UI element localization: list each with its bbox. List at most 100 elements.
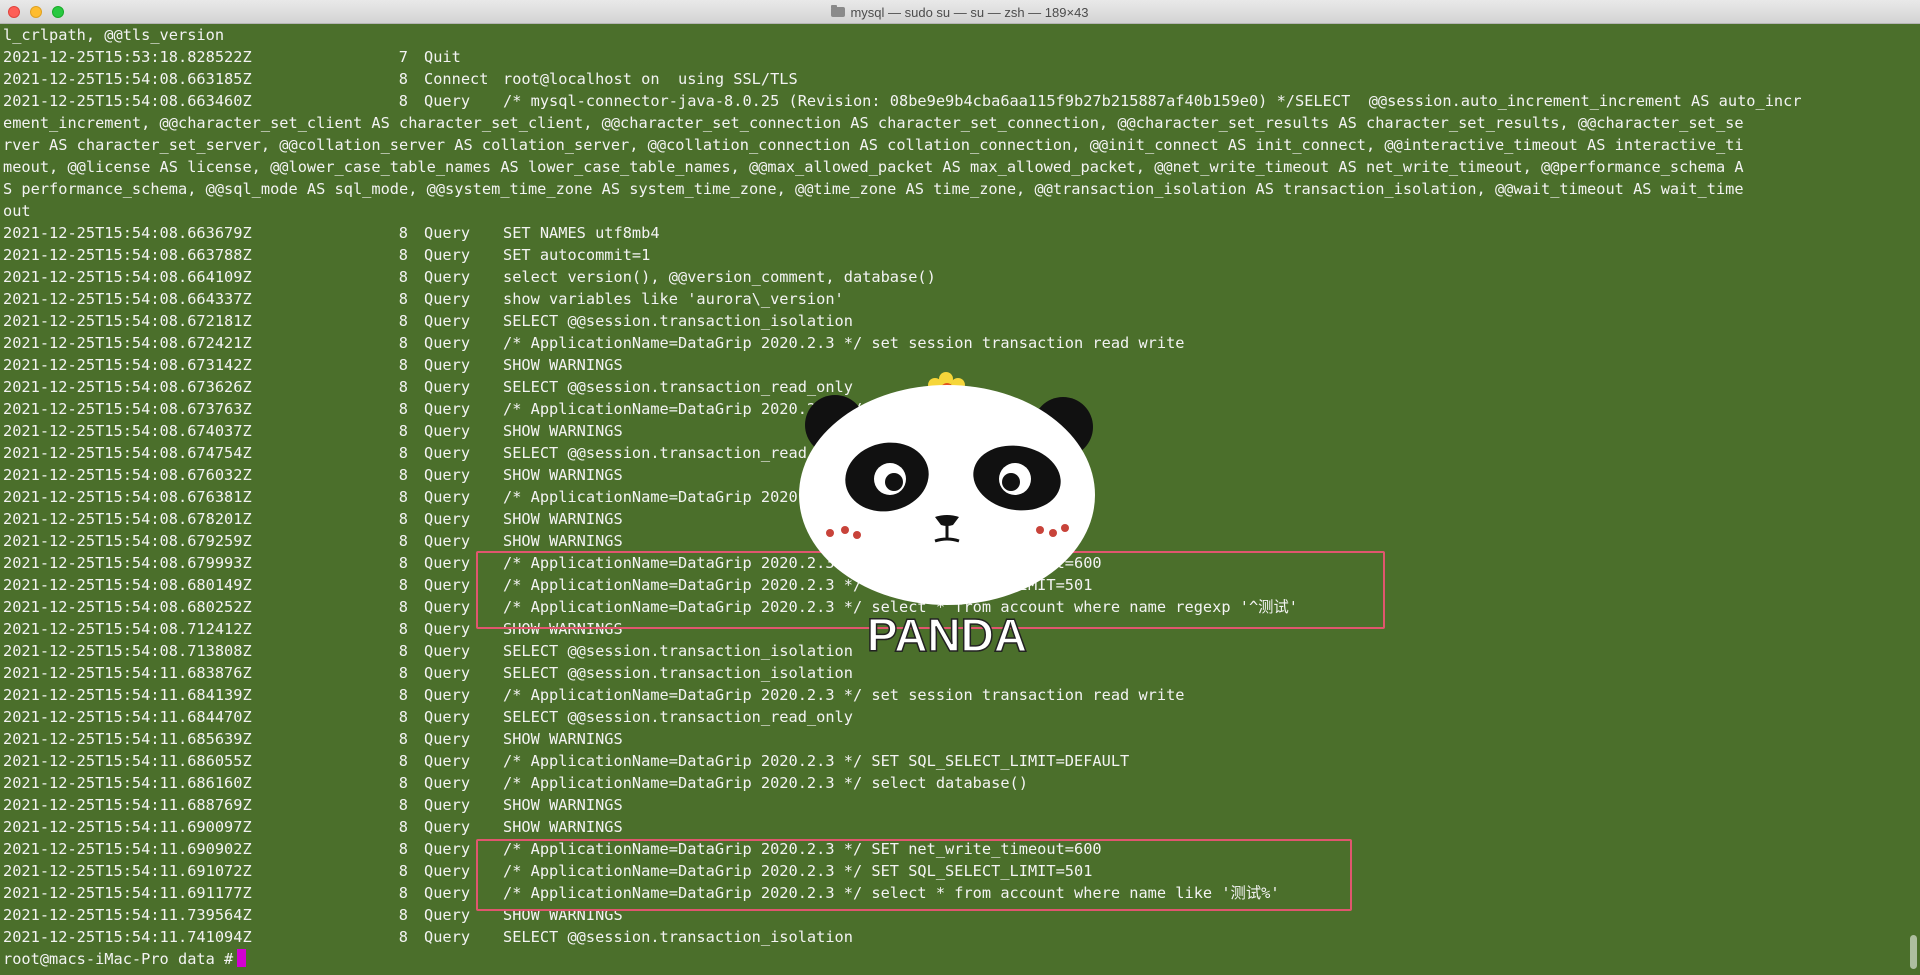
log-argument: SHOW WARNINGS [503,510,623,528]
log-command: Quit [424,48,461,66]
log-timestamp: 2021-12-25T15:54:11.683876Z [3,664,252,682]
log-timestamp: 2021-12-25T15:54:08.672181Z [3,312,252,330]
log-thread-id: 8 [398,312,408,330]
log-thread-id: 8 [398,730,408,748]
log-timestamp: 2021-12-25T15:54:08.676381Z [3,488,252,506]
log-argument: select version(), @@version_comment, dat… [503,268,936,286]
log-thread-id: 8 [398,620,408,638]
log-thread-id: 8 [398,884,408,902]
log-timestamp: 2021-12-25T15:54:11.686055Z [3,752,252,770]
log-command: Query [424,290,471,308]
log-timestamp: 2021-12-25T15:54:08.664337Z [3,290,252,308]
log-command: Query [424,488,471,506]
log-timestamp: 2021-12-25T15:54:08.663185Z [3,70,252,88]
log-argument: /* ApplicationName=DataGrip 2020.2.3 */ … [503,334,1185,352]
log-timestamp: 2021-12-25T15:54:08.713808Z [3,642,252,660]
log-command: Query [424,818,471,836]
log-thread-id: 8 [398,532,408,550]
log-command: Query [424,928,471,946]
log-timestamp: 2021-12-25T15:54:08.712412Z [3,620,252,638]
scrollbar[interactable] [1906,24,1920,975]
log-thread-id: 8 [398,818,408,836]
log-thread-id: 8 [398,70,408,88]
log-thread-id: 8 [398,334,408,352]
log-thread-id: 8 [398,598,408,616]
log-timestamp: 2021-12-25T15:54:08.674037Z [3,422,252,440]
log-row: 2021-12-25T15:54:08.664109Z 8 Query select … [3,266,1906,288]
log-thread-id: 8 [398,708,408,726]
log-wrapped-line: meout, @@license AS license, @@lower_cas… [3,158,1744,176]
window-title: mysql — sudo su — su — zsh — 189×43 [850,4,1089,20]
log-thread-id: 8 [398,378,408,396]
log-timestamp: 2021-12-25T15:54:08.679259Z [3,532,252,550]
scroll-thumb[interactable] [1910,935,1917,969]
log-thread-id: 8 [398,796,408,814]
log-thread-id: 8 [398,642,408,660]
log-row: 2021-12-25T15:54:11.686160Z 8 Query /* Appl… [3,772,1906,794]
log-command: Query [424,224,471,242]
shell-prompt-line[interactable]: root@macs-iMac-Pro data # [3,948,1906,970]
log-row: 2021-12-25T15:54:08.663185Z 8 Connect root@… [3,68,1906,90]
log-command: Query [424,510,471,528]
log-argument: root@localhost on using SSL/TLS [503,70,798,88]
log-timestamp: 2021-12-25T15:54:11.739564Z [3,906,252,924]
log-argument: /* ApplicationName=DataGrip 2020.2.3 */ … [503,774,1028,792]
log-row: 2021-12-25T15:54:11.690097Z 8 Query SHOW WA… [3,816,1906,838]
log-thread-id: 8 [398,246,408,264]
log-argument: SET autocommit=1 [503,246,651,264]
log-row: 2021-12-25T15:54:08.663460Z 8 Query /* mysq… [3,90,1906,112]
log-command: Query [424,312,471,330]
log-command: Query [424,774,471,792]
log-thread-id: 8 [398,752,408,770]
log-timestamp: 2021-12-25T15:54:11.684139Z [3,686,252,704]
log-row: 2021-12-25T15:54:11.683876Z 8 Query SELECT … [3,662,1906,684]
log-argument: SHOW WARNINGS [503,818,623,836]
log-row: 2021-12-25T15:53:18.828522Z 7 Quit [3,46,1906,68]
log-command: Query [424,708,471,726]
log-timestamp: 2021-12-25T15:54:08.663788Z [3,246,252,264]
log-command: Query [424,268,471,286]
log-thread-id: 8 [398,488,408,506]
log-row: 2021-12-25T15:54:08.663679Z 8 Query SET NAM… [3,222,1906,244]
log-argument: SHOW WARNINGS [503,422,623,440]
log-thread-id: 8 [398,774,408,792]
log-thread-id: 8 [398,400,408,418]
log-timestamp: 2021-12-25T15:54:08.664109Z [3,268,252,286]
log-argument: SELECT @@session.transaction_read_only [503,708,853,726]
log-timestamp: 2021-12-25T15:54:08.679993Z [3,554,252,572]
log-argument: SHOW WARNINGS [503,796,623,814]
log-wrapped-line: l_crlpath, @@tls_version [3,26,225,44]
log-argument: SHOW WARNINGS [503,356,623,374]
log-wrapped-line: out [3,202,31,220]
log-command: Query [424,92,471,110]
log-command: Query [424,356,471,374]
log-timestamp: 2021-12-25T15:54:08.678201Z [3,510,252,528]
log-command: Query [424,752,471,770]
log-command: Query [424,400,471,418]
window-title-wrap: mysql — sudo su — su — zsh — 189×43 [0,0,1920,24]
log-row: 2021-12-25T15:54:11.688769Z 8 Query SHOW WA… [3,794,1906,816]
log-row: 2021-12-25T15:54:08.672421Z 8 Query /* Appl… [3,332,1906,354]
log-thread-id: 8 [398,224,408,242]
log-command: Query [424,444,471,462]
title-bar: mysql — sudo su — su — zsh — 189×43 [0,0,1920,24]
log-thread-id: 8 [398,862,408,880]
log-timestamp: 2021-12-25T15:54:11.688769Z [3,796,252,814]
log-thread-id: 8 [398,576,408,594]
terminal-window: mysql — sudo su — su — zsh — 189×43 l_cr… [0,0,1920,975]
log-wrapped-line: ement_increment, @@character_set_client … [3,114,1744,132]
log-command: Query [424,378,471,396]
log-row: 2021-12-25T15:54:08.672181Z 8 Query SELECT … [3,310,1906,332]
log-argument: /* mysql-connector-java-8.0.25 (Revision… [503,92,1802,110]
log-row: 2021-12-25T15:54:11.741094Z 8 Query SELECT … [3,926,1906,948]
log-timestamp: 2021-12-25T15:54:08.673142Z [3,356,252,374]
log-thread-id: 8 [398,356,408,374]
log-thread-id: 8 [398,510,408,528]
log-row: 2021-12-25T15:54:11.684139Z 8 Query /* Appl… [3,684,1906,706]
log-command: Query [424,466,471,484]
log-command: Query [424,334,471,352]
log-argument: SET NAMES utf8mb4 [503,224,660,242]
log-timestamp: 2021-12-25T15:54:08.674754Z [3,444,252,462]
panda-sticker: PANDA [799,372,1095,662]
log-row: 2021-12-25T15:54:08.664337Z 8 Query show va… [3,288,1906,310]
